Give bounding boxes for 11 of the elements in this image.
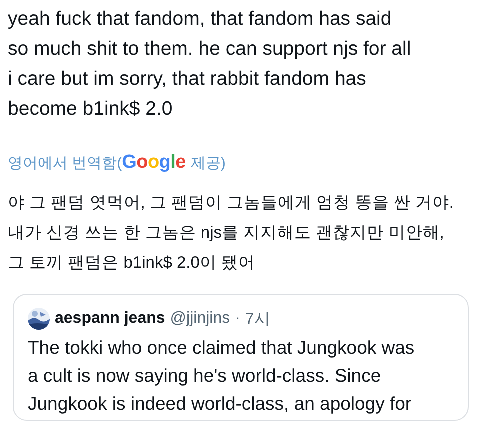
quote-text: The tokki who once claimed that Jungkook was a cult is now saying he's world-class. Since Jungkook is indeed world-class, an apology for [28,336,416,416]
timestamp[interactable]: 7시 [245,308,270,330]
author-name[interactable]: aespann jeans [55,310,166,328]
post-text: yeah fuck that fandom, that fandom has said so much shit to them. he can support njs for all i care but im sorry, that rabbit fandom has become b1ink$ 2.0 [8,7,412,122]
quote-card[interactable]: aespann jeans @jjinjins · 7시 The tokki who once claimed that Jungkook was a cult is now saying he's world-class. Since Jungkook is indeed world-class, an apology for [13,294,469,421]
separator: · [235,310,240,328]
translated-text: 야 그 팬덤 엿먹어, 그 팬덤이 그놈들에게 엄청 똥을 싼 거야. 내가 신경 쓰는 한 그놈은 njs를 지지해도 괜찮지만 미안해, 그 토끼 팬덤은 b1ink$ 2.0이 됐어 [8,193,456,274]
translation-label[interactable]: 제공) [190,154,226,173]
translation-label[interactable]: 영어에서 번역함( [8,154,122,173]
google-logo: Google [122,152,186,174]
author-handle[interactable]: @jjinjins [170,310,230,328]
